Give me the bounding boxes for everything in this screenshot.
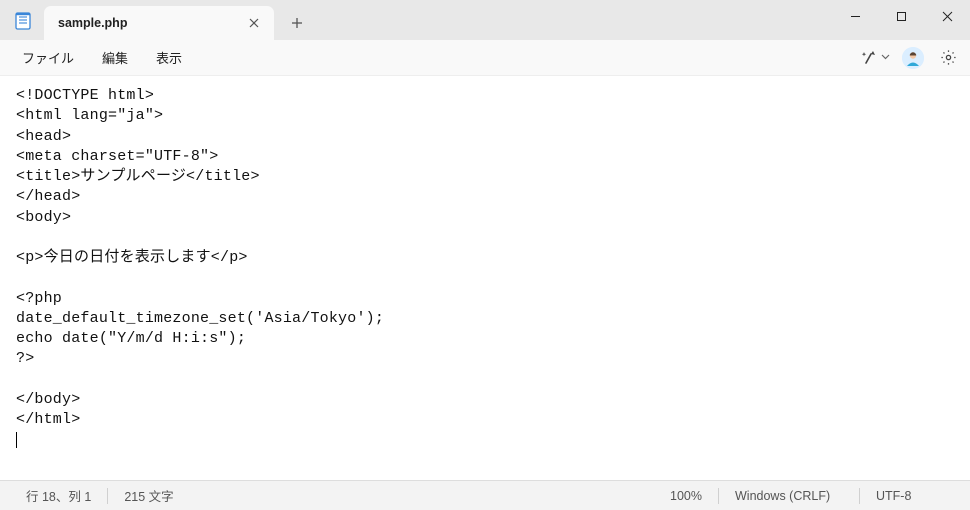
menu-edit[interactable]: 編集 bbox=[88, 43, 142, 72]
menu-file[interactable]: ファイル bbox=[8, 43, 88, 72]
editor-content: <!DOCTYPE html> <html lang="ja"> <head> … bbox=[16, 87, 384, 428]
titlebar: sample.php bbox=[0, 0, 970, 40]
text-caret bbox=[16, 432, 17, 448]
status-encoding[interactable]: UTF-8 bbox=[860, 489, 960, 503]
close-tab-icon[interactable] bbox=[244, 13, 264, 33]
status-zoom[interactable]: 100% bbox=[654, 489, 718, 503]
user-avatar[interactable] bbox=[902, 47, 924, 69]
settings-gear-icon[interactable] bbox=[934, 44, 962, 72]
tab-sample-php[interactable]: sample.php bbox=[44, 6, 274, 40]
maximize-button[interactable] bbox=[878, 0, 924, 32]
new-tab-button[interactable] bbox=[280, 6, 314, 40]
status-cursor-position[interactable]: 行 18、列 1 bbox=[10, 486, 107, 505]
text-editor-area[interactable]: <!DOCTYPE html> <html lang="ja"> <head> … bbox=[0, 76, 970, 480]
menubar: ファイル 編集 表示 bbox=[0, 40, 970, 76]
minimize-button[interactable] bbox=[832, 0, 878, 32]
menu-view[interactable]: 表示 bbox=[142, 43, 196, 72]
copilot-icon[interactable] bbox=[855, 44, 883, 72]
app-notepad-icon bbox=[14, 12, 32, 30]
status-line-ending[interactable]: Windows (CRLF) bbox=[719, 489, 859, 503]
status-char-count[interactable]: 215 文字 bbox=[108, 486, 189, 505]
window-controls bbox=[832, 0, 970, 32]
tab-title: sample.php bbox=[58, 16, 244, 30]
statusbar: 行 18、列 1 215 文字 100% Windows (CRLF) UTF-… bbox=[0, 480, 970, 510]
chevron-down-icon[interactable] bbox=[881, 52, 890, 64]
close-window-button[interactable] bbox=[924, 0, 970, 32]
